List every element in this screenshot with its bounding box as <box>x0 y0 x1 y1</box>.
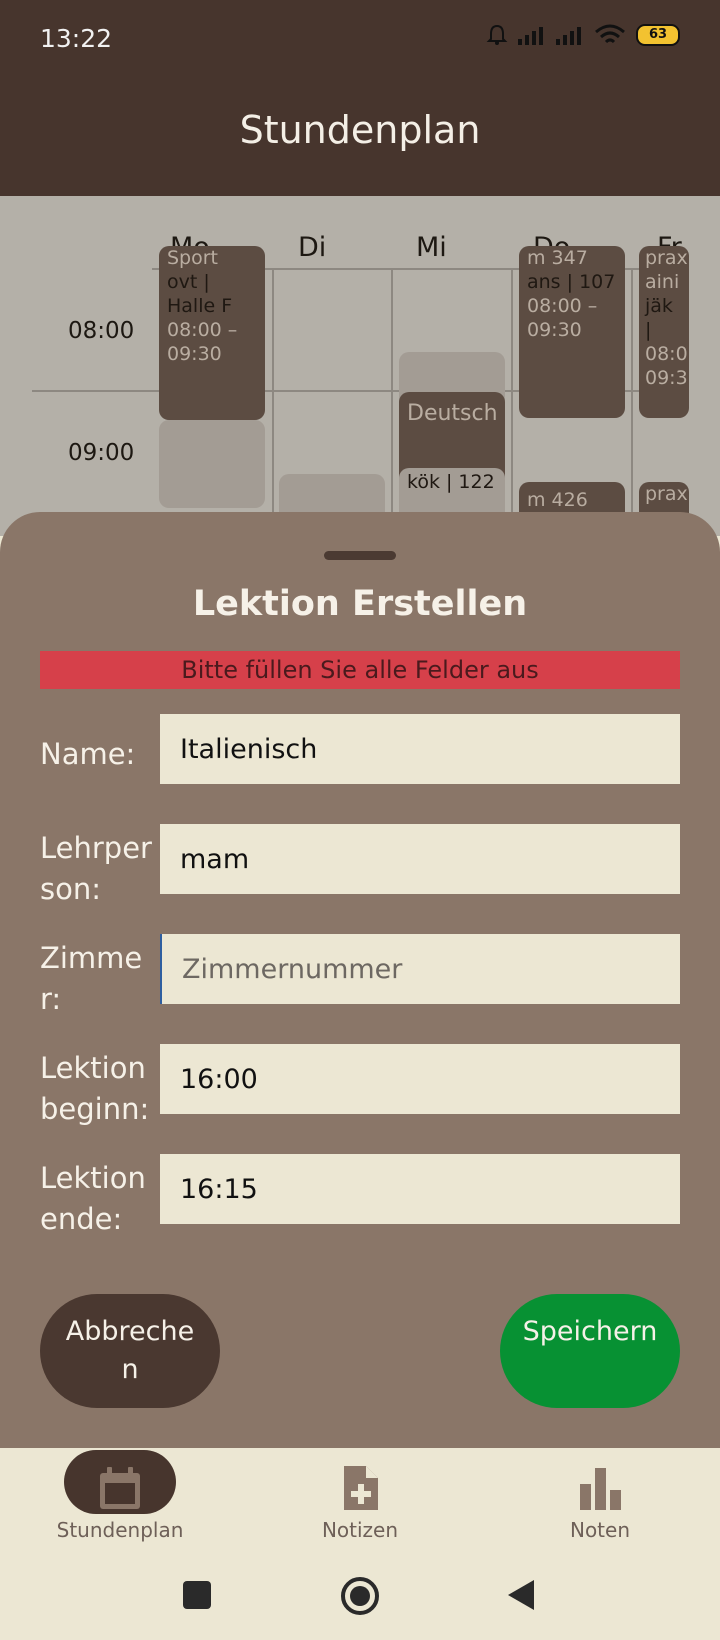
status-time: 13:22 <box>40 24 113 53</box>
app-title: Stundenplan <box>239 108 481 152</box>
lesson-room-2: jäk | <box>645 295 673 341</box>
drag-handle[interactable] <box>324 551 396 560</box>
signal-icon <box>518 27 543 45</box>
timetable: Mo Di Mi Do Fr 08:00 09:00 Sport ovt | H… <box>0 196 720 536</box>
lesson-title: m 347 <box>527 247 588 269</box>
lesson-title: Deutsch <box>407 401 498 426</box>
end-time-input[interactable] <box>160 1154 680 1224</box>
nav-item-notizen[interactable]: Notizen <box>240 1448 480 1558</box>
name-input[interactable] <box>160 714 680 784</box>
lesson-do-1[interactable]: m 347 ans | 107 08:00 – 09:30 <box>519 246 625 418</box>
grid-line <box>272 268 274 536</box>
time-label-0800: 08:00 <box>68 318 135 344</box>
nav-label: Noten <box>569 1518 631 1542</box>
lesson-mo-2[interactable] <box>159 420 265 508</box>
lesson-time: 08:0 <box>645 343 688 365</box>
app-bar: Stundenplan <box>0 80 720 196</box>
day-header-mi: Mi <box>416 232 447 263</box>
name-label: Name: <box>40 737 136 771</box>
grid-line <box>511 268 513 536</box>
lesson-time-2: 09:3 <box>645 367 688 389</box>
cancel-button[interactable]: Abbrechen <box>40 1294 220 1408</box>
lesson-title: prax <box>645 247 688 269</box>
nav-label: Notizen <box>321 1518 399 1542</box>
alarm-icon <box>486 24 508 45</box>
error-banner: Bitte füllen Sie alle Felder aus <box>40 651 680 689</box>
start-time-input[interactable] <box>160 1044 680 1114</box>
create-lesson-sheet: Lektion Erstellen Bitte füllen Sie alle … <box>0 512 720 1448</box>
lesson-mo-1[interactable]: Sport ovt | Halle F 08:00 – 09:30 <box>159 246 265 420</box>
save-button[interactable]: Speichern <box>500 1294 680 1408</box>
nav-label: Stundenplan <box>56 1518 184 1542</box>
grid-line <box>631 268 633 536</box>
teacher-label: Lehrperson: <box>40 831 152 906</box>
lesson-fr-1[interactable]: prax aini jäk | 08:0 09:3 <box>639 246 689 418</box>
calendar-icon <box>100 1467 140 1509</box>
status-icons: 63 <box>486 24 680 46</box>
recents-icon[interactable] <box>182 1580 212 1610</box>
system-nav-bar <box>0 1558 720 1640</box>
lesson-title: prax <box>645 483 688 505</box>
nav-item-noten[interactable]: Noten <box>480 1448 720 1558</box>
battery-icon: 63 <box>636 24 680 46</box>
lesson-room: ans | 107 <box>527 271 616 293</box>
end-label: Lektion ende: <box>40 1161 146 1236</box>
room-label: Zimmer: <box>40 941 143 1016</box>
nav-item-stundenplan[interactable]: Stundenplan <box>0 1448 240 1558</box>
note-add-icon <box>344 1466 378 1510</box>
bar-chart-icon <box>580 1468 621 1510</box>
day-header-di: Di <box>298 232 327 263</box>
teacher-input[interactable] <box>160 824 680 894</box>
lesson-title: m 426 <box>527 489 588 511</box>
lesson-room: kök | 122 <box>407 471 495 493</box>
start-label: Lektion beginn: <box>40 1051 150 1126</box>
home-icon[interactable] <box>340 1576 380 1616</box>
time-label-0900: 09:00 <box>68 440 135 466</box>
lesson-room: ovt | Halle F <box>167 271 233 317</box>
bottom-nav: Stundenplan Notizen Noten <box>0 1448 720 1558</box>
back-icon[interactable] <box>506 1578 536 1612</box>
lesson-time: 08:00 – 09:30 <box>527 295 598 341</box>
lesson-title: Sport <box>167 247 219 269</box>
signal-icon-2 <box>556 27 581 45</box>
sheet-title: Lektion Erstellen <box>192 584 528 624</box>
wifi-icon <box>595 24 625 44</box>
grid-line <box>391 268 393 536</box>
lesson-room: aini <box>645 271 680 293</box>
room-input[interactable] <box>160 934 680 1004</box>
status-bar: 13:22 63 <box>0 0 720 80</box>
lesson-time: 08:00 – 09:30 <box>167 319 238 365</box>
